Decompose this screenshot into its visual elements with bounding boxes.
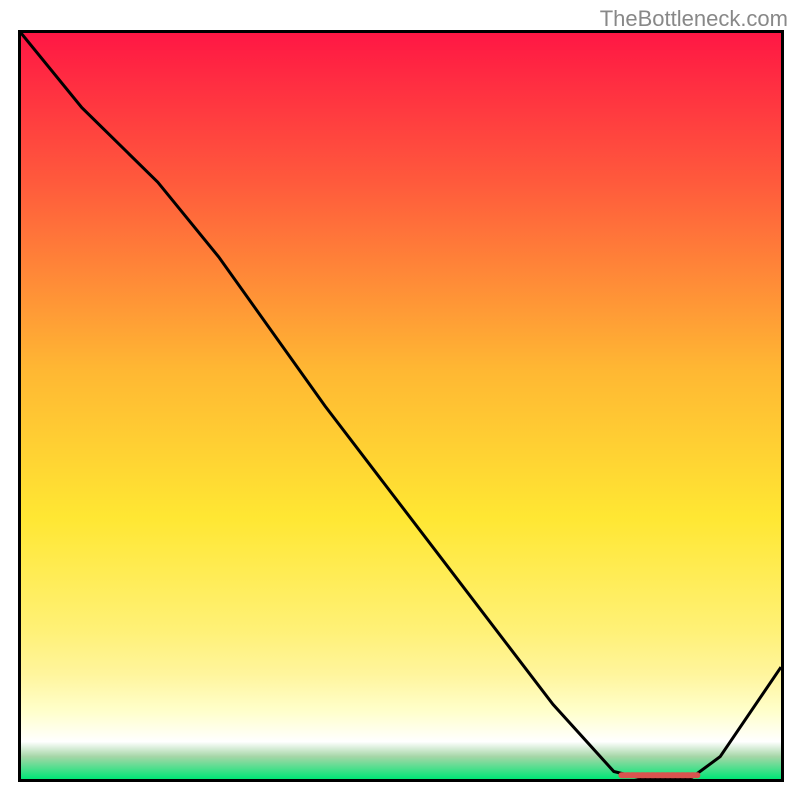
chart-svg (21, 33, 781, 779)
gradient-background (21, 33, 781, 779)
watermark-text: TheBottleneck.com (600, 6, 788, 32)
plot-inner (21, 33, 781, 779)
plot-area (18, 30, 784, 782)
chart-container: TheBottleneck.com (0, 0, 800, 800)
